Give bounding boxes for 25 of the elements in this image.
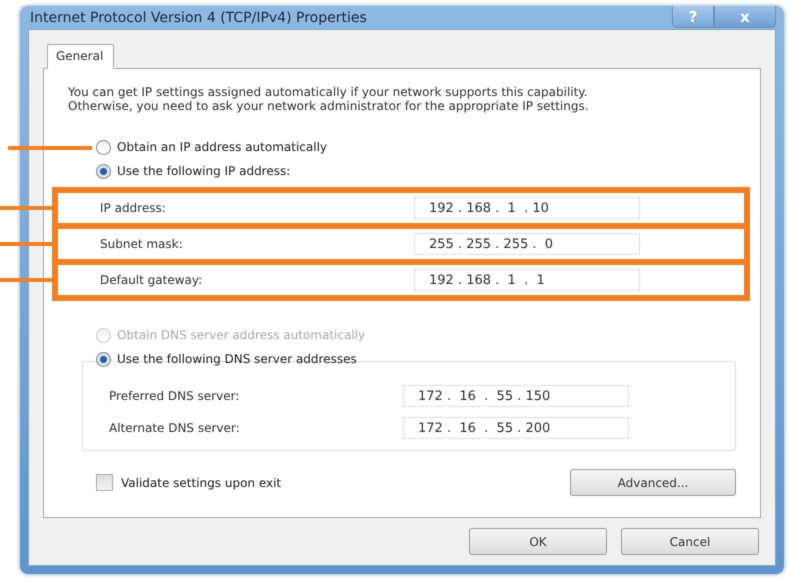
ip-address-field[interactable]: 255 . 255 . 255 . 0 xyxy=(414,233,640,255)
advanced-button[interactable]: Advanced... xyxy=(570,469,736,496)
checkbox-label: Validate settings upon exit xyxy=(121,476,282,490)
radio-button[interactable] xyxy=(96,164,111,178)
radio-label: Use the following DNS server addresses xyxy=(117,352,357,366)
ip-address-field[interactable]: 172 . 16 . 55 . 150 xyxy=(403,385,629,407)
field-label: IP address: xyxy=(100,201,166,215)
radio-label: Obtain DNS server address automatically xyxy=(117,328,366,342)
checkbox[interactable] xyxy=(96,474,113,491)
dialog-button[interactable]: OK xyxy=(469,528,607,555)
ip-address-field[interactable]: 192 . 168 . 1 . 10 xyxy=(414,197,640,219)
field-label: Preferred DNS server: xyxy=(109,389,240,403)
radio-button[interactable] xyxy=(96,352,111,366)
dialog-button[interactable]: Cancel xyxy=(621,528,759,555)
ip-address-field[interactable]: 192 . 168 . 1 . 1 xyxy=(414,269,640,291)
field-label: Alternate DNS server: xyxy=(109,421,240,435)
field-label: Subnet mask: xyxy=(100,237,183,251)
radio-label: Use the following IP address: xyxy=(117,164,290,178)
intro-text: You can get IP settings assigned automatically if your network supports this capability. Otherwise, you need to ask your network administrator for the appropriate IP settings. xyxy=(68,85,590,113)
window-title: Internet Protocol Version 4 (TCP/IPv4) Properties xyxy=(29,10,367,26)
radio-label: Obtain an IP address automatically xyxy=(117,140,328,154)
radio-button[interactable] xyxy=(96,140,111,154)
field-label: Default gateway: xyxy=(100,273,202,287)
tab[interactable]: General xyxy=(47,44,114,69)
ip-address-field[interactable]: 172 . 16 . 55 . 200 xyxy=(403,417,629,439)
